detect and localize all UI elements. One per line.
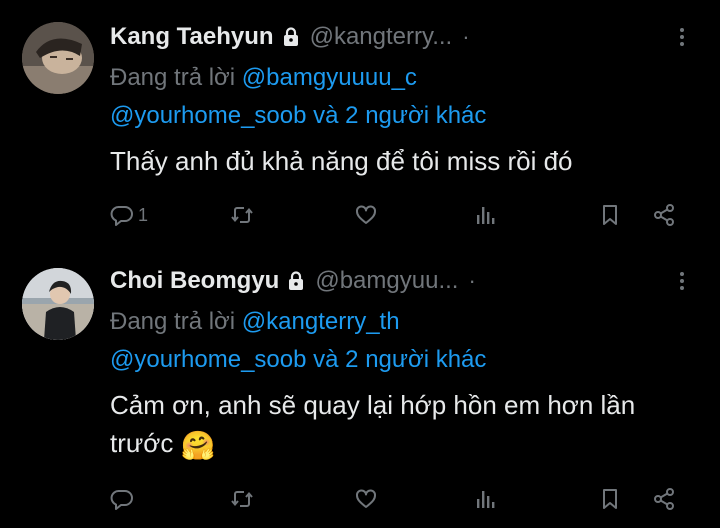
reply-to-link[interactable]: @bamgyuuuu_c bbox=[242, 64, 417, 91]
reply-icon bbox=[110, 490, 133, 510]
replying-to-label: Đang trả lời bbox=[110, 64, 236, 91]
views-button[interactable] bbox=[474, 482, 498, 516]
mention-link[interactable]: @yourhome_soob bbox=[110, 346, 306, 373]
bookmark-icon bbox=[603, 205, 617, 225]
reply-count: 1 bbox=[138, 204, 149, 225]
avatar-photo bbox=[22, 268, 94, 340]
retweet-icon bbox=[231, 491, 253, 507]
like-icon bbox=[356, 489, 376, 508]
retweet-button[interactable] bbox=[230, 482, 254, 516]
bookmark-button[interactable] bbox=[598, 198, 622, 232]
bookmark-button[interactable] bbox=[598, 482, 622, 516]
more-icon[interactable] bbox=[670, 25, 694, 49]
replying-to: Đang trả lời @kangterry_th bbox=[110, 308, 400, 336]
tweet[interactable]: Choi Beomgyu @bamgyuu... · Đang trả lời … bbox=[0, 258, 720, 528]
mentions: @yourhome_soob và 2 người khác bbox=[110, 102, 486, 130]
display-name[interactable]: Choi Beomgyu bbox=[110, 267, 279, 295]
mentions-others[interactable]: và 2 người khác bbox=[313, 346, 486, 373]
views-button[interactable] bbox=[474, 198, 498, 232]
like-icon bbox=[356, 205, 376, 224]
mention-link[interactable]: @yourhome_soob bbox=[110, 102, 306, 129]
views-icon bbox=[477, 207, 495, 224]
tweet-text: Thấy anh đủ khả năng để tôi miss rồi đó bbox=[110, 142, 690, 180]
reply-icon bbox=[110, 206, 133, 226]
bookmark-icon bbox=[603, 489, 617, 509]
retweet-icon bbox=[231, 207, 253, 223]
tweet[interactable]: Kang Taehyun @kangterry... · Đang trả lờ… bbox=[0, 0, 720, 258]
reply-to-link[interactable]: @kangterry_th bbox=[242, 308, 400, 335]
display-name[interactable]: Kang Taehyun bbox=[110, 23, 274, 51]
reply-button[interactable]: 1 bbox=[110, 198, 148, 232]
user-handle[interactable]: @kangterry... bbox=[310, 23, 453, 51]
separator-dot: · bbox=[468, 268, 476, 293]
tweet-header: Kang Taehyun @kangterry... · bbox=[110, 20, 700, 54]
retweet-button[interactable] bbox=[230, 198, 254, 232]
tweet-text-content: Thấy anh đủ khả năng để tôi miss rồi đó bbox=[110, 146, 573, 176]
action-bar: 1 bbox=[104, 198, 694, 232]
views-icon bbox=[477, 491, 495, 508]
separator-dot: · bbox=[462, 24, 470, 49]
like-button[interactable] bbox=[354, 198, 378, 232]
mentions: @yourhome_soob và 2 người khác bbox=[110, 346, 486, 374]
mentions-others[interactable]: và 2 người khác bbox=[313, 102, 486, 129]
tweet-text: Cảm ơn, anh sẽ quay lại hớp hồn em hơn l… bbox=[110, 386, 690, 462]
share-button[interactable] bbox=[652, 198, 676, 232]
share-icon bbox=[654, 488, 674, 510]
avatar[interactable] bbox=[22, 22, 94, 94]
reply-button[interactable] bbox=[110, 482, 138, 516]
hugging-face-emoji: 🤗 bbox=[180, 430, 216, 461]
replying-to: Đang trả lời @bamgyuuuu_c bbox=[110, 64, 417, 92]
action-bar bbox=[104, 482, 694, 516]
lock-icon bbox=[282, 27, 300, 47]
lock-icon bbox=[287, 271, 305, 291]
replying-to-label: Đang trả lời bbox=[110, 308, 236, 335]
tweet-header: Choi Beomgyu @bamgyuu... · bbox=[110, 264, 700, 298]
like-button[interactable] bbox=[354, 482, 378, 516]
share-icon bbox=[654, 204, 674, 226]
user-handle[interactable]: @bamgyuu... bbox=[315, 267, 458, 295]
avatar[interactable] bbox=[22, 268, 94, 340]
share-button[interactable] bbox=[652, 482, 676, 516]
more-icon[interactable] bbox=[670, 269, 694, 293]
avatar-photo bbox=[22, 22, 94, 94]
